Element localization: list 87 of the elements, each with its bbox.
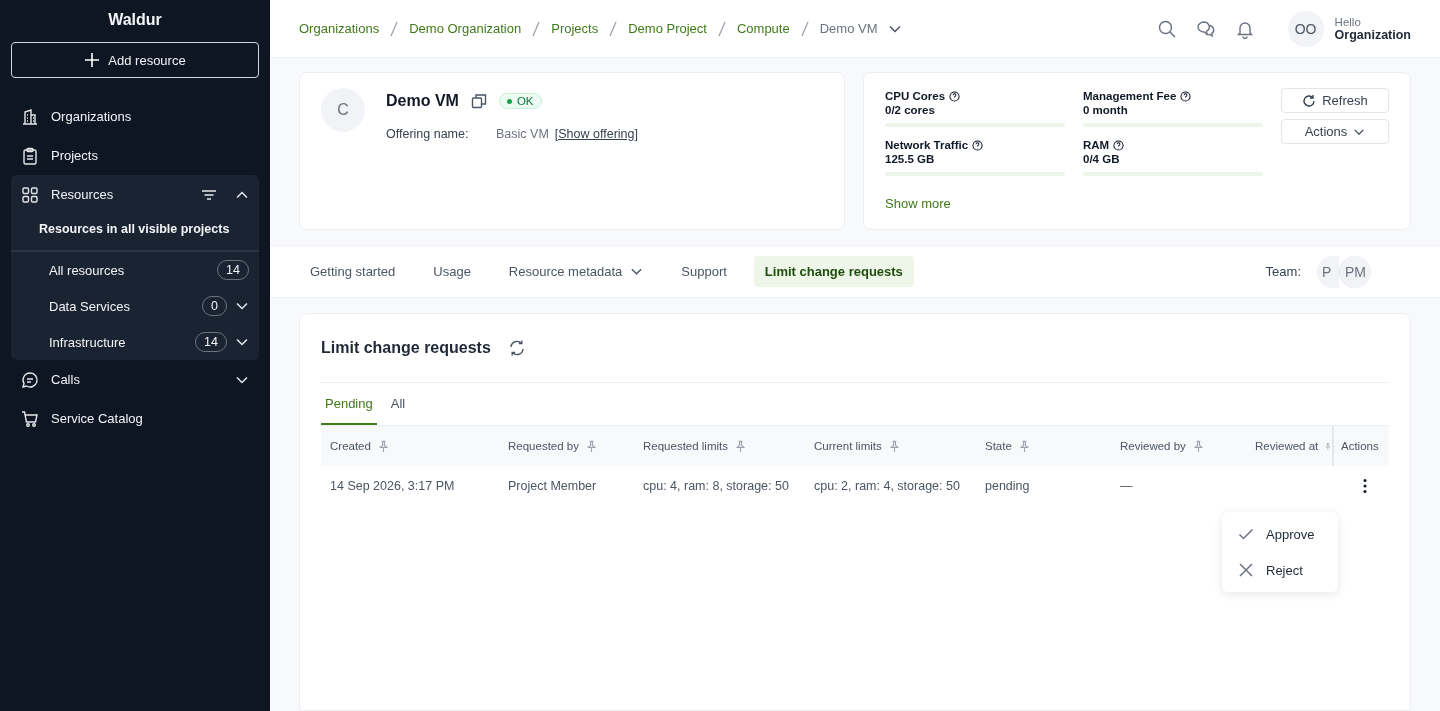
- metric-label: RAM: [1083, 139, 1110, 151]
- refresh-button[interactable]: Refresh: [1281, 88, 1389, 113]
- breadcrumb-link[interactable]: Projects: [551, 21, 599, 36]
- tab[interactable]: Usage: [422, 256, 482, 287]
- panel-title: Limit change requests: [321, 339, 491, 357]
- slash-separator-icon: [390, 20, 399, 37]
- nav-item[interactable]: Resources: [11, 175, 259, 214]
- show-more-link[interactable]: Show more: [885, 196, 1065, 211]
- sub-nav-item[interactable]: Infrastructure 14: [11, 324, 259, 360]
- column-header: Requested by: [508, 440, 579, 452]
- nav-item[interactable]: Service Catalog: [11, 399, 259, 438]
- nav-item[interactable]: Calls: [11, 360, 259, 399]
- check-icon: [1238, 526, 1254, 542]
- table-cell: cpu: 4, ram: 8, storage: 50: [643, 479, 789, 493]
- metric-value: 0/2 cores: [885, 104, 936, 118]
- column-header: State: [985, 440, 1012, 452]
- sub-nav-item[interactable]: Data Services 0: [11, 288, 259, 324]
- team-label: Team:: [1265, 264, 1301, 279]
- resource-name: Demo VM: [386, 92, 459, 110]
- metric-label: Management Fee: [1083, 90, 1177, 102]
- column-header: Current limits: [814, 440, 882, 452]
- table-cell: Project Member: [508, 479, 597, 493]
- clipboard-icon: [21, 146, 39, 165]
- filter-tab[interactable]: All: [386, 383, 410, 425]
- column-header: Actions: [1341, 440, 1379, 452]
- metric-value: 125.5 GB: [885, 153, 936, 167]
- help-icon[interactable]: [972, 139, 984, 151]
- metric-value: 0/4 GB: [1083, 153, 1121, 167]
- nav-item[interactable]: Organizations: [11, 97, 259, 136]
- sub-nav-item[interactable]: All resources 14: [11, 252, 259, 288]
- metric-label: CPU Cores: [885, 90, 946, 102]
- table-cell: —: [1120, 479, 1133, 493]
- building-icon: [21, 107, 39, 126]
- close-icon: [1238, 562, 1254, 578]
- chat-bubble-icon: [21, 370, 39, 389]
- breadcrumb-link[interactable]: Demo Organization: [409, 21, 522, 36]
- table-cell: 14 Sep 2026, 3:17 PM: [330, 479, 455, 493]
- actions-button[interactable]: Actions: [1281, 119, 1389, 144]
- slash-separator-icon: [609, 20, 618, 37]
- column-header: Reviewed by: [1120, 440, 1186, 452]
- metric-label: Network Traffic: [885, 139, 969, 151]
- chat-bubbles-icon[interactable]: [1195, 18, 1216, 39]
- help-icon[interactable]: [949, 90, 961, 102]
- tab[interactable]: Support: [670, 256, 738, 287]
- menu-item[interactable]: Approve: [1222, 516, 1338, 552]
- table-cell: cpu: 2, ram: 4, storage: 50: [814, 479, 960, 493]
- resource-avatar: C: [321, 88, 365, 132]
- column-header: Created: [330, 440, 371, 452]
- greeting: Hello: [1334, 15, 1362, 28]
- more-icon[interactable]: [1363, 478, 1367, 494]
- search-icon[interactable]: [1156, 18, 1177, 39]
- member-avatar[interactable]: P: [1317, 255, 1339, 288]
- filter-icon[interactable]: [201, 188, 217, 201]
- metric-value: 0 month: [1083, 104, 1129, 118]
- slash-separator-icon: [532, 20, 541, 37]
- column-header: Requested limits: [643, 440, 728, 452]
- add-resource-button[interactable]: Add resource: [11, 42, 259, 78]
- help-icon[interactable]: [1180, 90, 1192, 102]
- offering-label: Offering name:: [386, 127, 470, 141]
- breadcrumb-link[interactable]: Organizations: [299, 21, 380, 36]
- nav-item[interactable]: Projects: [11, 136, 259, 175]
- user-name: Organization: [1334, 27, 1411, 42]
- breadcrumb-link[interactable]: Compute: [736, 21, 790, 36]
- refresh-icon: [1302, 93, 1317, 108]
- copy-icon[interactable]: [470, 93, 487, 109]
- slash-separator-icon: [800, 20, 809, 37]
- member-avatar[interactable]: PM: [1339, 255, 1371, 288]
- group-subtitle: Resources in all visible projects: [38, 221, 231, 238]
- column-header: Reviewed at: [1255, 440, 1319, 452]
- grid-icon: [21, 185, 39, 204]
- cart-icon: [21, 409, 39, 428]
- tab[interactable]: Limit change requests: [753, 256, 914, 287]
- show-offering-link[interactable]: [Show offering]: [554, 127, 638, 141]
- help-icon[interactable]: [1113, 139, 1125, 151]
- breadcrumb-link[interactable]: Demo VM: [819, 21, 878, 36]
- status-badge: OK: [498, 93, 542, 109]
- user-avatar[interactable]: OO: [1287, 10, 1324, 47]
- tab[interactable]: Getting started: [299, 256, 407, 287]
- refresh-icon[interactable]: [507, 339, 526, 357]
- slash-separator-icon: [717, 20, 726, 37]
- table-cell: pending: [985, 479, 1030, 493]
- plus-icon: [84, 52, 101, 68]
- breadcrumb-link[interactable]: Demo Project: [628, 21, 707, 36]
- tab[interactable]: Resource metadata: [497, 256, 655, 287]
- menu-item[interactable]: Reject: [1222, 552, 1338, 588]
- brand-name: Waldur: [107, 10, 163, 30]
- offering-value: Basic VM: [496, 127, 549, 141]
